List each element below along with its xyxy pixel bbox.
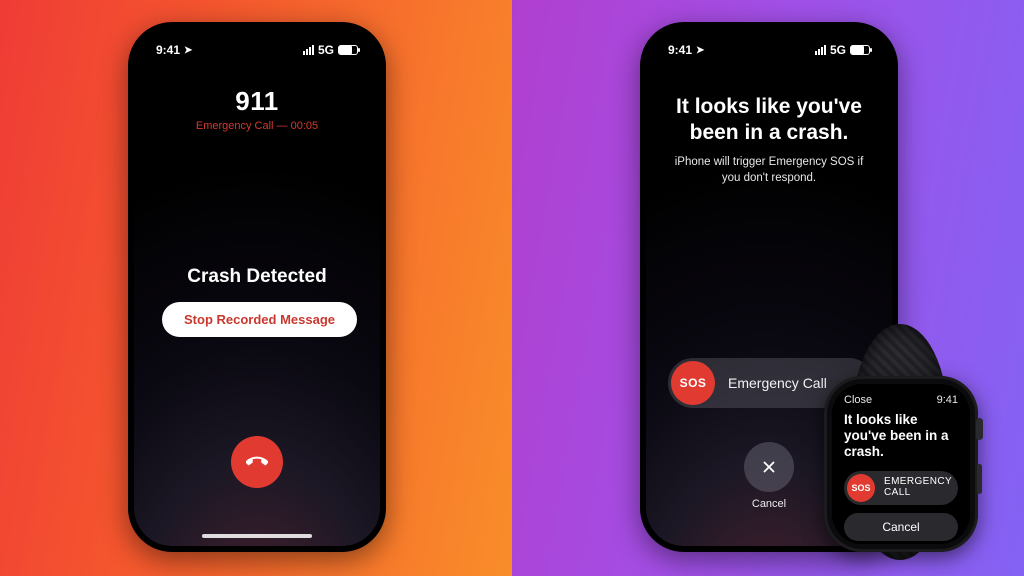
- crash-block: Crash Detected Stop Recorded Message: [134, 266, 380, 337]
- signal-bars-icon: [303, 45, 314, 55]
- watch-side-button[interactable]: [977, 464, 982, 494]
- watch-sos-label: EMERGENCY CALL: [884, 477, 952, 498]
- cancel-stack: Cancel: [744, 442, 794, 510]
- battery-icon: [338, 45, 358, 55]
- panel-right: 9:41 ➤ 5G It looks like you've been in a…: [512, 0, 1024, 576]
- close-icon: [760, 458, 778, 476]
- watch-close-button[interactable]: Close: [844, 394, 872, 406]
- location-arrow-icon: ➤: [696, 45, 704, 56]
- watch-sos-label-line1: EMERGENCY: [884, 477, 952, 488]
- dynamic-island: [214, 40, 300, 66]
- signal-bars-icon: [815, 45, 826, 55]
- dynamic-island: [726, 40, 812, 66]
- watch-headline: It looks like you've been in a crash.: [844, 412, 958, 461]
- digital-crown[interactable]: [976, 418, 983, 440]
- watch-time: 9:41: [937, 394, 958, 406]
- status-time: 9:41: [668, 43, 692, 57]
- watch-sos-label-line2: CALL: [884, 488, 952, 499]
- battery-icon: [850, 45, 870, 55]
- cancel-button[interactable]: [744, 442, 794, 492]
- end-call-button[interactable]: [231, 436, 283, 488]
- watch-case: Close 9:41 It looks like you've been in …: [824, 376, 978, 552]
- crash-headline: It looks like you've been in a crash. iP…: [646, 94, 892, 186]
- crash-subhead-text: iPhone will trigger Emergency SOS if you…: [672, 155, 866, 186]
- phone-hangup-icon: [246, 451, 268, 473]
- iphone-left-screen: 9:41 ➤ 5G 911 Emergency Call — 00:05 Cra…: [134, 28, 380, 546]
- watch-screen: Close 9:41 It looks like you've been in …: [832, 384, 970, 544]
- dialer-header: 911 Emergency Call — 00:05: [134, 86, 380, 132]
- dial-subtitle: Emergency Call — 00:05: [134, 120, 380, 132]
- watch-sos-slider[interactable]: SOS EMERGENCY CALL: [844, 471, 958, 505]
- watch-sos-knob[interactable]: SOS: [847, 474, 875, 502]
- iphone-left: 9:41 ➤ 5G 911 Emergency Call — 00:05 Cra…: [128, 22, 386, 552]
- location-arrow-icon: ➤: [184, 45, 192, 56]
- promo-stage: 9:41 ➤ 5G 911 Emergency Call — 00:05 Cra…: [0, 0, 1024, 576]
- watch-cancel-button[interactable]: Cancel: [844, 513, 958, 541]
- stop-recorded-message-button[interactable]: Stop Recorded Message: [162, 302, 357, 337]
- status-network: 5G: [318, 43, 334, 57]
- status-network: 5G: [830, 43, 846, 57]
- status-time: 9:41: [156, 43, 180, 57]
- panel-left: 9:41 ➤ 5G 911 Emergency Call — 00:05 Cra…: [0, 0, 512, 576]
- home-indicator[interactable]: [202, 534, 312, 538]
- apple-watch: Close 9:41 It looks like you've been in …: [792, 322, 1006, 562]
- crash-headline-text: It looks like you've been in a crash.: [672, 94, 866, 145]
- cancel-label: Cancel: [744, 498, 794, 510]
- crash-title: Crash Detected: [162, 266, 352, 288]
- sos-knob[interactable]: SOS: [671, 361, 715, 405]
- dial-number: 911: [134, 86, 380, 117]
